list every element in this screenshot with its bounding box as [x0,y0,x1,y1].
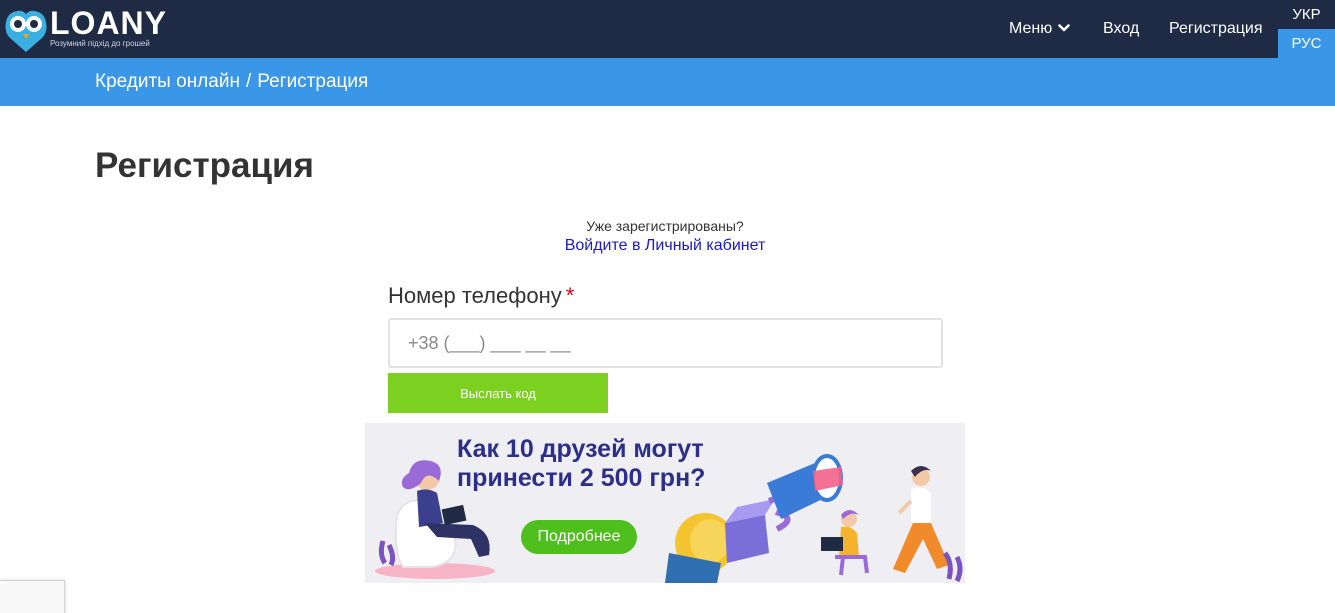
owl-logo-icon [5,10,47,53]
nav-register[interactable]: Регистрация [1169,0,1263,58]
phone-input[interactable] [388,318,943,368]
phone-label-text: Номер телефону [388,283,562,308]
nav-menu[interactable]: Меню [1009,0,1071,58]
chevron-down-icon [1058,24,1071,32]
breadcrumb-bar: Кредиты онлайн / Регистрация [0,58,1335,106]
top-navbar: LOANY Розумний підхід до грошей Меню Вхо… [0,0,1335,58]
nav-menu-label: Меню [1009,20,1053,37]
page-title: Регистрация [95,146,314,185]
lang-ukr[interactable]: УКР [1278,0,1335,29]
logo-tagline: Розумний підхід до грошей [50,39,150,48]
login-cabinet-link[interactable]: Войдите в Личный кабинет [465,237,865,255]
required-mark: * [565,283,575,308]
send-code-button[interactable]: Выслать код [388,373,608,413]
lang-rus[interactable]: РУС [1278,29,1335,58]
already-registered-text: Уже зарегистрированы? [586,218,744,234]
logo[interactable]: LOANY Розумний підхід до грошей [4,6,174,54]
breadcrumb: Кредиты онлайн / Регистрация [95,58,368,106]
recaptcha-badge[interactable] [0,580,65,613]
breadcrumb-item-credits[interactable]: Кредиты онлайн [95,71,240,93]
referral-banner[interactable]: Как 10 друзей могут принести 2 500 грн? … [365,423,965,583]
logo-wordmark: LOANY [50,5,167,41]
nav-login[interactable]: Вход [1103,0,1139,58]
banner-title: Как 10 друзей могут принести 2 500 грн? [457,435,706,492]
phone-label: Номер телефону * [388,282,574,310]
breadcrumb-separator: / [245,71,252,92]
banner-more-button[interactable]: Подробнее [521,520,637,554]
breadcrumb-item-registration: Регистрация [257,71,369,92]
